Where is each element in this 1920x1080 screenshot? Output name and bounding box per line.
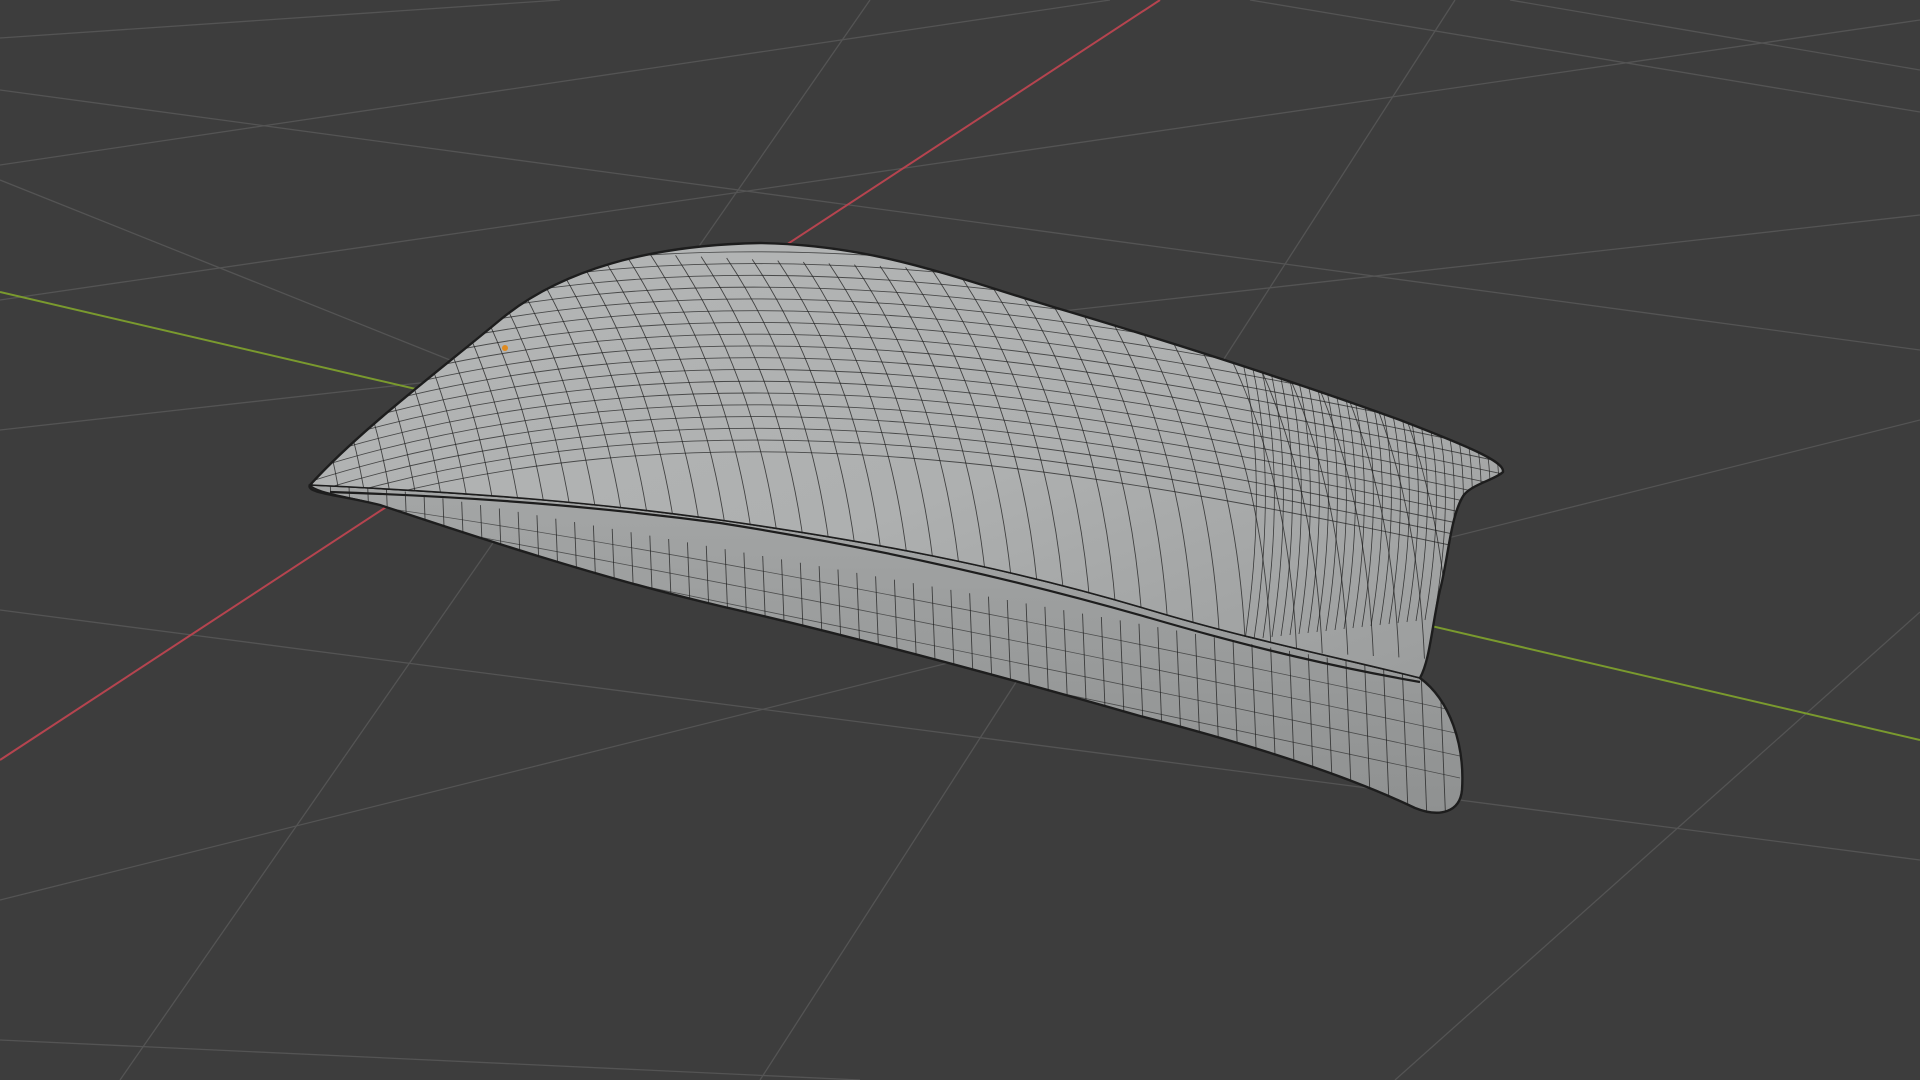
3d-viewport[interactable] — [0, 0, 1920, 1080]
grid-line — [1509, 0, 1920, 71]
wire-edge — [385, 488, 393, 639]
viewport-canvas[interactable] — [0, 0, 1920, 1080]
wire-edge — [367, 485, 375, 635]
grid-line — [0, 0, 1111, 166]
wire-edge — [1491, 405, 1504, 613]
wire-edge — [310, 243, 327, 602]
grid-line — [1394, 611, 1920, 1080]
wire-edge — [190, 230, 300, 600]
wire-edge — [348, 485, 356, 632]
grid-line — [1249, 0, 1920, 113]
grid-line — [0, 1039, 861, 1080]
wire-edge — [1500, 407, 1504, 612]
wire-edge — [310, 243, 352, 603]
pillow-mesh[interactable] — [190, 230, 1520, 828]
wire-edge — [1464, 399, 1482, 616]
wire-edge — [1473, 401, 1491, 615]
wire-edge — [329, 485, 337, 629]
object-origin-dot[interactable] — [502, 345, 508, 351]
grid-line — [0, 19, 1920, 301]
grid-line — [0, 0, 561, 39]
wire-edge — [1482, 403, 1500, 614]
